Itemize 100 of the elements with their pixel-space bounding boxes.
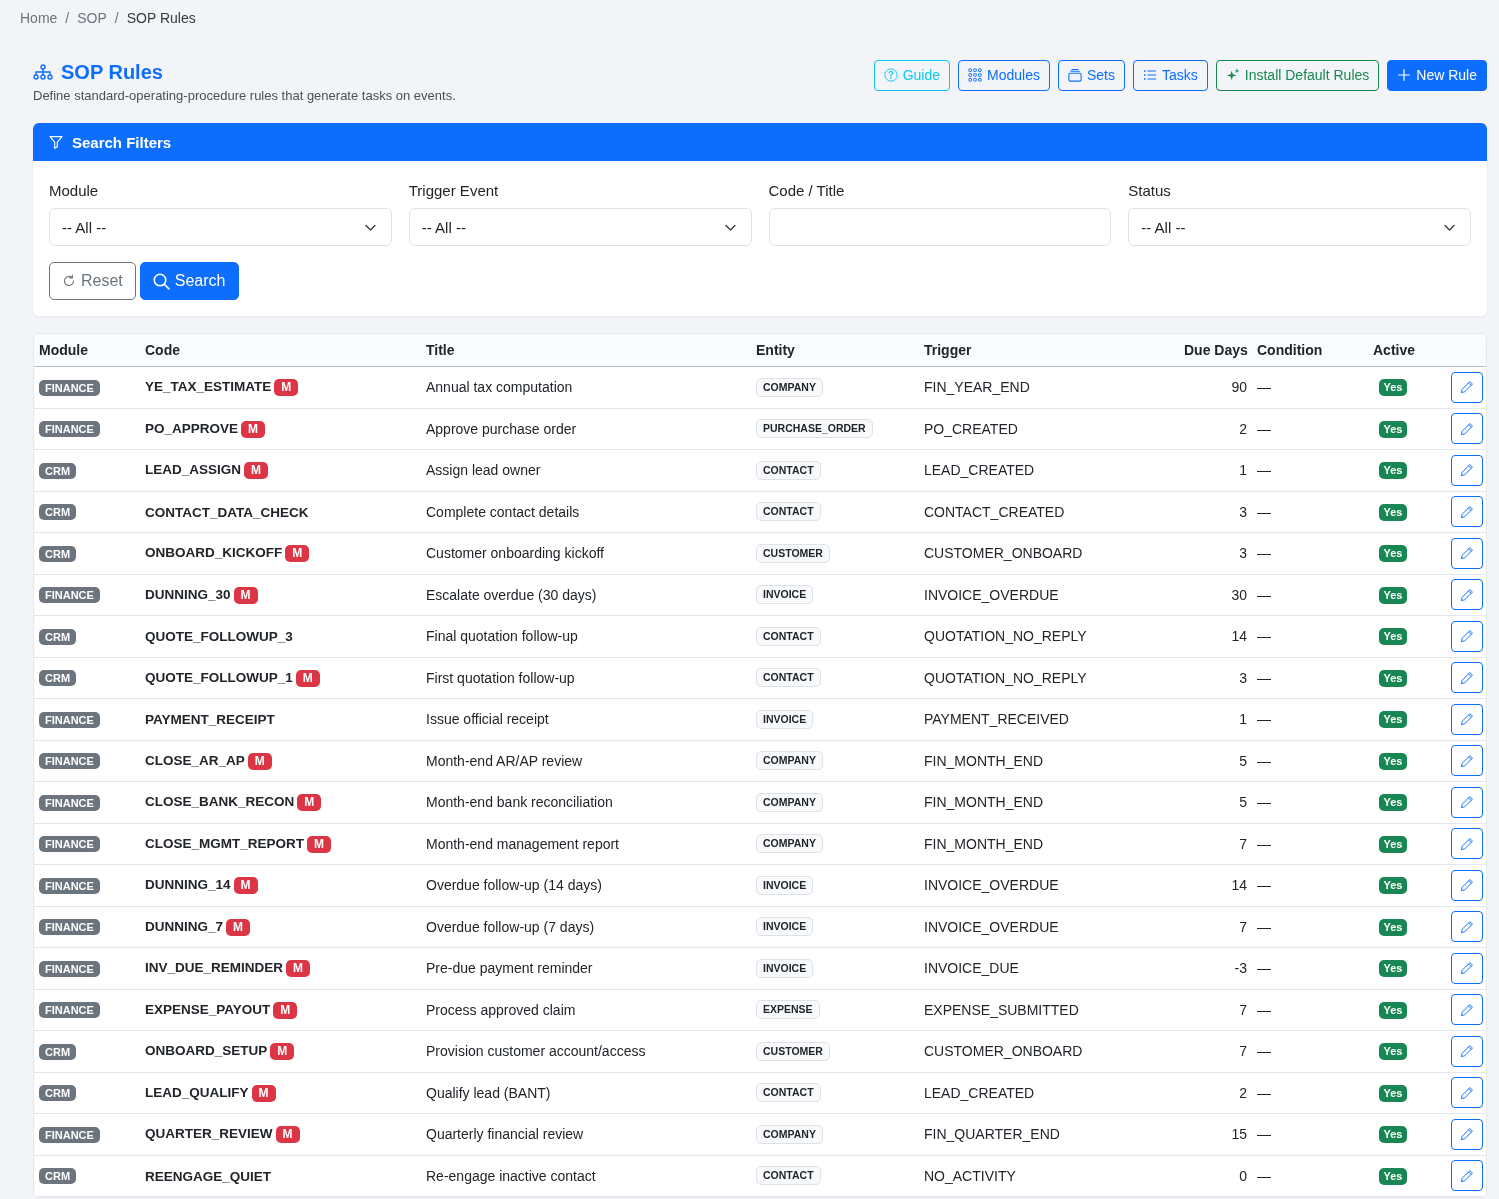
edit-button[interactable] xyxy=(1451,620,1483,652)
edit-button[interactable] xyxy=(1451,994,1483,1026)
condition-value: — xyxy=(1257,669,1271,686)
pencil-icon xyxy=(1460,421,1474,436)
rule-title: Month-end AR/AP review xyxy=(426,752,583,769)
condition-value: — xyxy=(1257,918,1271,935)
rule-title: Qualify lead (BANT) xyxy=(426,1084,551,1101)
rule-title: Quarterly financial review xyxy=(426,1126,584,1143)
edit-button[interactable] xyxy=(1451,537,1483,569)
active-badge: Yes xyxy=(1378,1126,1408,1144)
condition-value: — xyxy=(1257,1167,1271,1184)
active-badge: Yes xyxy=(1378,462,1408,480)
trigger-event: CONTACT_CREATED xyxy=(924,503,1065,520)
breadcrumb-link[interactable]: SOP xyxy=(77,10,107,27)
rule-title: Escalate overdue (30 days) xyxy=(426,586,597,603)
dropdown-field[interactable]: -- All -- xyxy=(408,208,752,246)
rule-code: ONBOARD_KICKOFF xyxy=(145,545,283,561)
module-badge: FINANCE xyxy=(39,919,100,936)
rule-title: Complete contact details xyxy=(426,503,580,520)
edit-button[interactable] xyxy=(1451,454,1483,486)
due-days: 0 xyxy=(1239,1167,1247,1184)
pencil-icon xyxy=(1460,753,1474,768)
reset-button[interactable]: Reset xyxy=(49,262,136,300)
edit-button[interactable] xyxy=(1451,413,1483,445)
manual-badge: M xyxy=(274,379,299,397)
condition-value: — xyxy=(1257,960,1271,977)
edit-button[interactable] xyxy=(1451,828,1483,860)
manual-badge: M xyxy=(307,835,331,853)
edit-button[interactable] xyxy=(1451,911,1483,943)
entity-badge: CONTACT xyxy=(756,1166,821,1186)
entity-badge: INVOICE xyxy=(756,709,814,729)
edit-button[interactable] xyxy=(1451,371,1483,403)
active-badge: Yes xyxy=(1378,545,1408,563)
rule-title: Overdue follow-up (7 days) xyxy=(426,918,595,935)
rule-title: Assign lead owner xyxy=(426,462,541,479)
condition-value: — xyxy=(1257,545,1271,562)
rule-title: Process approved claim xyxy=(426,1001,576,1018)
entity-badge: EXPENSE xyxy=(756,1000,820,1020)
grid-icon xyxy=(968,68,983,82)
edit-button[interactable] xyxy=(1451,496,1483,528)
sparkle-icon xyxy=(1225,68,1240,82)
edit-button[interactable] xyxy=(1451,952,1483,984)
edit-button[interactable] xyxy=(1451,1035,1483,1067)
header-button[interactable]: Sets xyxy=(1057,59,1125,91)
rule-title: Re-engage inactive contact xyxy=(426,1167,596,1184)
trigger-event: FIN_MONTH_END xyxy=(924,752,1043,769)
edit-button[interactable] xyxy=(1451,745,1483,777)
edit-button[interactable] xyxy=(1451,786,1483,818)
header-button[interactable]: Modules xyxy=(958,59,1050,91)
edit-button[interactable] xyxy=(1451,1118,1483,1150)
edit-button[interactable] xyxy=(1451,703,1483,735)
rule-title: Customer onboarding kickoff xyxy=(426,545,604,562)
header-button[interactable]: New Rule xyxy=(1387,59,1487,91)
column-header: Code xyxy=(140,334,421,367)
condition-value: — xyxy=(1257,711,1271,728)
trigger-event: QUOTATION_NO_REPLY xyxy=(924,669,1087,686)
edit-button[interactable] xyxy=(1451,1077,1483,1109)
edit-button[interactable] xyxy=(1451,579,1483,611)
edit-button[interactable] xyxy=(1451,662,1483,694)
trigger-event: FIN_QUARTER_END xyxy=(924,1126,1060,1143)
rule-code: DUNNING_30 xyxy=(145,586,231,602)
rule-code: QUOTE_FOLLOWUP_3 xyxy=(145,629,293,645)
header-button[interactable]: Install Default Rules xyxy=(1215,59,1380,91)
trigger-event: INVOICE_OVERDUE xyxy=(924,586,1059,603)
due-days: 2 xyxy=(1239,1084,1247,1101)
field-label: Code / Title xyxy=(768,181,846,201)
due-days: 2 xyxy=(1239,420,1247,437)
dropdown-field[interactable]: -- All -- xyxy=(49,208,392,246)
manual-badge: M xyxy=(273,1001,298,1019)
active-badge: Yes xyxy=(1378,1167,1408,1185)
module-badge: FINANCE xyxy=(39,587,100,604)
dropdown-field[interactable]: -- All -- xyxy=(1128,208,1471,246)
module-badge: FINANCE xyxy=(39,836,100,853)
trigger-event: LEAD_CREATED xyxy=(924,462,1035,479)
module-badge: FINANCE xyxy=(39,794,100,811)
entity-badge: COMPANY xyxy=(756,792,823,812)
breadcrumb-link[interactable]: Home xyxy=(20,10,58,27)
header-button[interactable]: Tasks xyxy=(1133,59,1208,91)
manual-badge: M xyxy=(244,462,269,480)
rule-code: REENGAGE_QUIET xyxy=(145,1168,272,1184)
search-button[interactable]: Search xyxy=(139,262,239,300)
edit-button[interactable] xyxy=(1451,1160,1483,1192)
entity-badge: CUSTOMER xyxy=(756,543,830,563)
pencil-icon xyxy=(1460,919,1474,934)
field-label: Trigger Event xyxy=(408,181,500,201)
pencil-icon xyxy=(1460,504,1474,519)
due-days: 15 xyxy=(1231,1126,1247,1143)
edit-button[interactable] xyxy=(1451,869,1483,901)
search-icon xyxy=(152,272,170,290)
column-header: Module xyxy=(34,334,140,367)
column-header: Condition xyxy=(1252,334,1368,367)
condition-value: — xyxy=(1257,1001,1271,1018)
rule-code: CLOSE_MGMT_REPORT xyxy=(145,835,304,851)
rule-code: EXPENSE_PAYOUT xyxy=(145,1001,271,1017)
due-days: 14 xyxy=(1231,877,1247,894)
condition-value: — xyxy=(1257,462,1271,479)
manual-badge: M xyxy=(286,960,311,978)
pencil-icon xyxy=(1460,463,1474,478)
manual-badge: M xyxy=(270,1043,295,1061)
text-input-field[interactable] xyxy=(768,208,1112,246)
